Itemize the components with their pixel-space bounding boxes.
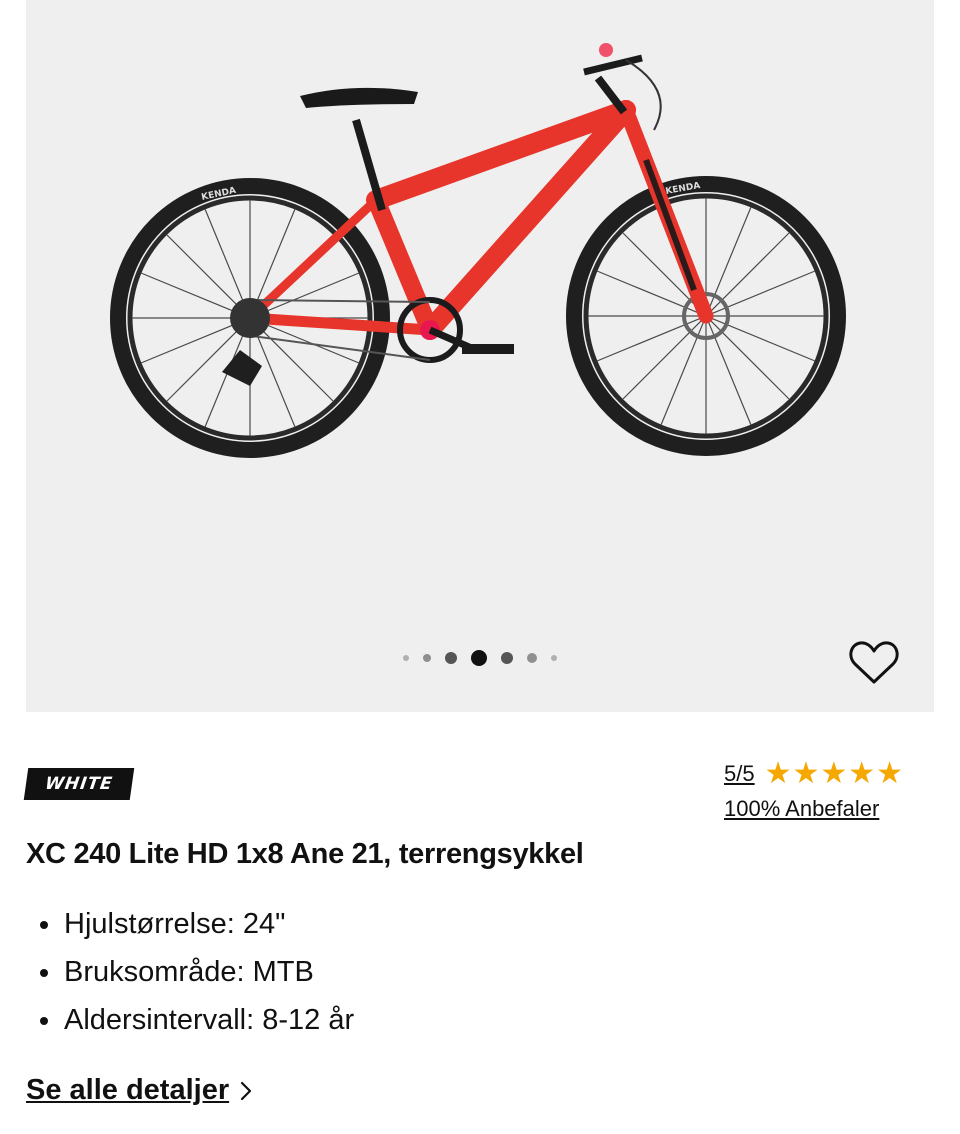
carousel-dots[interactable]: [26, 648, 934, 668]
carousel-dot[interactable]: [527, 653, 537, 663]
recommend-percentage[interactable]: 100% Anbefaler: [724, 796, 879, 822]
product-specs: Hjulstørrelse: 24" Bruksområde: MTB Alde…: [26, 900, 354, 1044]
rating-score[interactable]: 5/5: [724, 761, 755, 787]
carousel-dot[interactable]: [551, 655, 557, 661]
carousel-dot[interactable]: [445, 652, 457, 664]
chevron-right-icon: [241, 1081, 252, 1100]
spec-usage: Bruksområde: MTB: [26, 948, 354, 996]
saddle: [300, 87, 418, 108]
product-image: KENDA KENDA: [110, 43, 846, 458]
see-all-details-link[interactable]: Se alle detaljer: [26, 1074, 253, 1107]
product-image-gallery[interactable]: KENDA KENDA: [26, 0, 934, 712]
spec-age-range: Aldersintervall: 8-12 år: [26, 996, 354, 1044]
rating-summary: 5/5 ★★★★★ 100% Anbefaler: [724, 756, 936, 826]
carousel-dot-active[interactable]: [471, 650, 487, 666]
carousel-dot[interactable]: [423, 654, 431, 662]
carousel-dot[interactable]: [501, 652, 513, 664]
brand-logo[interactable]: WHITE: [23, 768, 135, 800]
star-rating-icons: ★★★★★: [764, 757, 905, 790]
spec-wheel-size: Hjulstørrelse: 24": [26, 900, 354, 948]
carousel-dot[interactable]: [403, 655, 409, 661]
see-all-details-label: Se alle detaljer: [26, 1074, 230, 1106]
product-title: XC 240 Lite HD 1x8 Ane 21, terrengsykkel: [26, 838, 584, 870]
heart-icon[interactable]: [848, 638, 900, 688]
